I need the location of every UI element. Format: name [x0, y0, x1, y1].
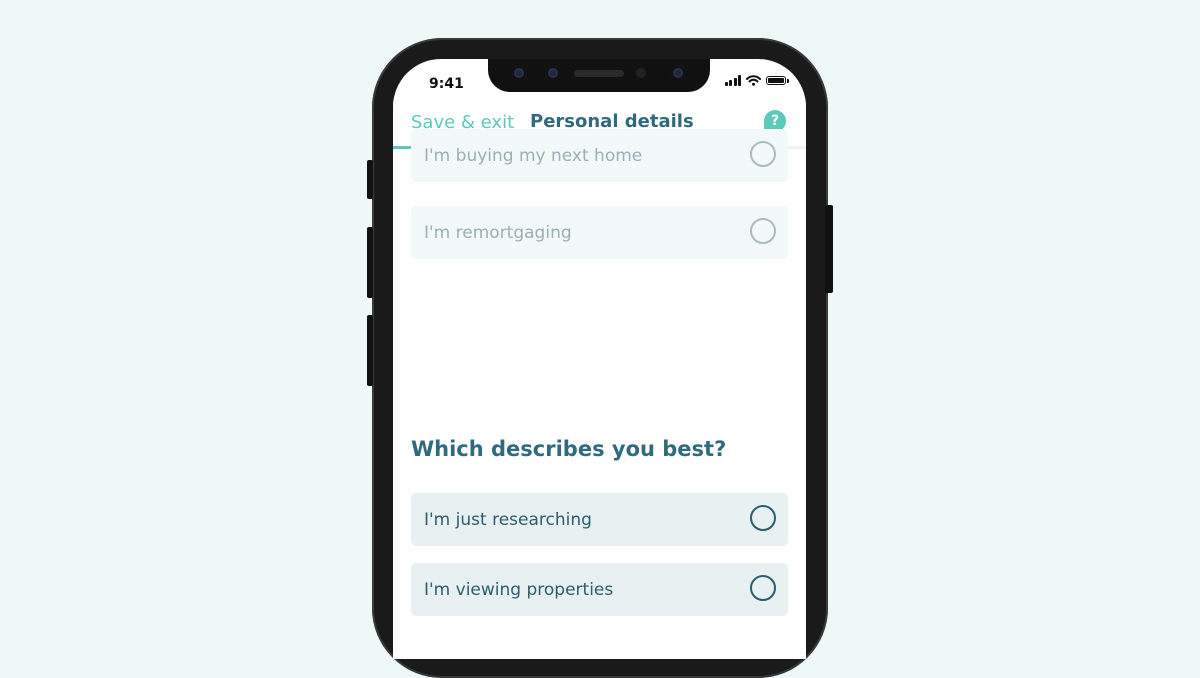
camera-icon [511, 65, 527, 81]
form-content: I'm buying my next home I'm remortgaging… [393, 129, 806, 659]
camera-icon [670, 65, 686, 81]
option-viewing-properties[interactable]: I'm viewing properties [411, 563, 788, 616]
status-time: 9:41 [429, 76, 464, 92]
volume-down-button [367, 315, 373, 386]
volume-up-button [367, 227, 373, 298]
option-just-researching[interactable]: I'm just researching [411, 493, 788, 546]
radio-button[interactable] [750, 141, 776, 167]
radio-button[interactable] [750, 575, 776, 601]
camera-icon [545, 65, 561, 81]
status-icons [724, 75, 789, 86]
option-label: I'm remortgaging [424, 222, 572, 243]
wifi-icon [746, 75, 761, 86]
battery-icon [766, 76, 789, 85]
radio-button[interactable] [750, 505, 776, 531]
option-label: I'm just researching [424, 509, 592, 530]
signal-icon [724, 75, 741, 86]
power-button [825, 205, 833, 293]
option-label: I'm buying my next home [424, 145, 643, 166]
notch [488, 59, 710, 92]
mute-switch [367, 160, 373, 199]
option-remortgaging[interactable]: I'm remortgaging [411, 206, 788, 259]
sensor-icon [636, 68, 646, 78]
question-heading: Which describes you best? [411, 437, 727, 461]
phone-screen: 9:41 Save & exit Personal details ? I'm … [393, 59, 806, 659]
speaker-grille [574, 70, 624, 77]
option-buying-next-home[interactable]: I'm buying my next home [411, 129, 788, 182]
option-label: I'm viewing properties [424, 579, 614, 600]
radio-button[interactable] [750, 218, 776, 244]
